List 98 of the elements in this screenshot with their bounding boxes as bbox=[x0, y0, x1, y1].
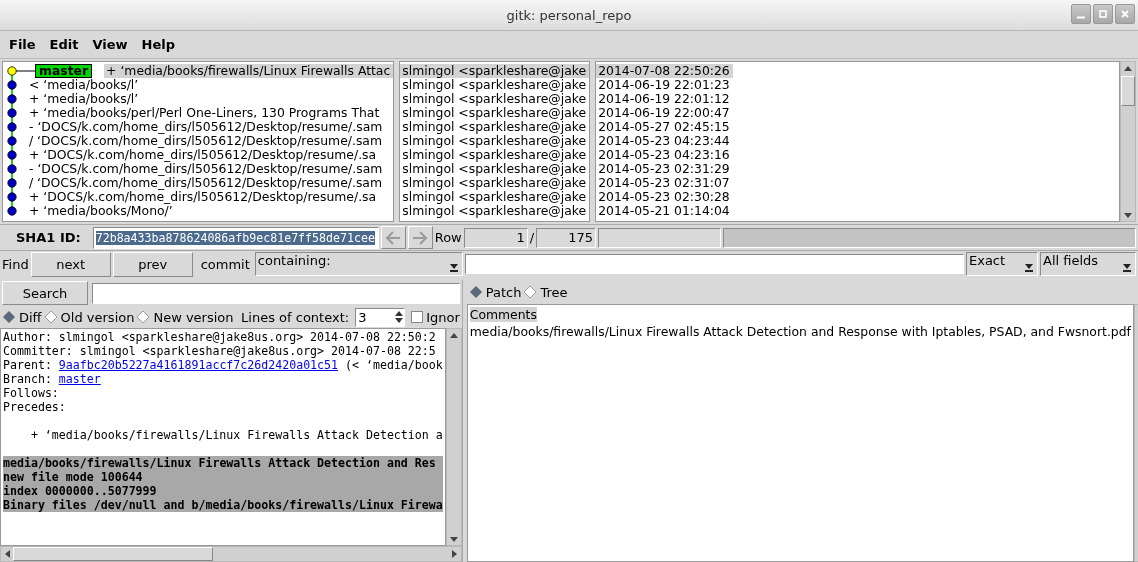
radio-indicator[interactable] bbox=[136, 310, 151, 324]
close-icon bbox=[1120, 9, 1130, 19]
commit-date[interactable]: 2014-05-23 02:31:29 bbox=[596, 162, 733, 176]
commit-author[interactable]: slmingol <sparkleshare@jake bbox=[400, 204, 590, 218]
commit-message: + ‘media/books/firewalls/Linux Firewalls Attack Detection a bbox=[29, 428, 443, 442]
diff-mode-radio[interactable]: Diff bbox=[2, 309, 42, 325]
commit-date[interactable]: 2014-05-23 04:23:16 bbox=[596, 148, 733, 162]
commit-author[interactable]: slmingol <sparkleshare@jake bbox=[400, 134, 590, 148]
search-button[interactable]: Search bbox=[2, 281, 88, 305]
commit-author[interactable]: slmingol <sparkleshare@jake bbox=[400, 92, 590, 106]
commit-author[interactable]: slmingol <sparkleshare@jake bbox=[400, 148, 590, 162]
right-arrow-icon bbox=[411, 229, 430, 246]
sha1-field[interactable]: 72b8a433ba878624086afb9ec81e7ff58de71cee bbox=[92, 226, 379, 249]
fields-dropdown[interactable]: All fields bbox=[1040, 252, 1136, 276]
minimize-icon bbox=[1077, 16, 1085, 19]
scrollbar[interactable] bbox=[1120, 61, 1136, 222]
radio-indicator[interactable] bbox=[523, 285, 538, 299]
spin-arrows-icon[interactable] bbox=[394, 309, 405, 325]
next-button[interactable]: next bbox=[30, 251, 111, 277]
view-mode-radio[interactable]: Tree bbox=[523, 284, 568, 300]
caret-icon[interactable] bbox=[1023, 261, 1035, 273]
close-button[interactable] bbox=[1115, 4, 1135, 24]
file-list-item[interactable]: Comments bbox=[469, 307, 537, 322]
maximize-icon bbox=[1098, 9, 1108, 19]
ignore-checkbox[interactable]: Ignor bbox=[411, 309, 460, 325]
commit-subject[interactable]: - ‘DOCS/k.com/home_dirs/l505612/Desktop/resume/.sam bbox=[27, 120, 386, 134]
commit-subject[interactable]: / ‘DOCS/k.com/home_dirs/l505612/Desktop/resume/.sam bbox=[27, 176, 385, 190]
context-spinner[interactable]: 3 bbox=[355, 307, 406, 327]
commit-date[interactable]: 2014-06-19 22:01:23 bbox=[596, 78, 733, 92]
radio-indicator[interactable] bbox=[468, 285, 483, 299]
menu-item[interactable]: Help bbox=[134, 37, 183, 52]
commit-author[interactable]: slmingol <sparkleshare@jake bbox=[400, 120, 590, 134]
window-title: gitk: personal_repo bbox=[506, 7, 632, 23]
menu-item[interactable]: View bbox=[85, 37, 135, 52]
row-separator: / bbox=[529, 230, 535, 245]
diff-mode-radio[interactable]: Old version bbox=[43, 309, 135, 325]
commit-author[interactable]: slmingol <sparkleshare@jake bbox=[400, 106, 590, 120]
commit-date[interactable]: 2014-07-08 22:50:26 bbox=[596, 64, 733, 78]
find-type-dropdown[interactable]: containing: bbox=[254, 252, 463, 276]
back-button[interactable] bbox=[380, 226, 406, 249]
scrollbar-thumb[interactable] bbox=[1121, 76, 1135, 106]
find-field[interactable] bbox=[464, 254, 964, 274]
commit-subject[interactable]: + ‘media/books/firewalls/Linux Firewalls Attac bbox=[104, 64, 394, 78]
find-label: Find bbox=[2, 256, 29, 272]
commit-author[interactable]: slmingol <sparkleshare@jake bbox=[400, 64, 590, 78]
commit-label: commit bbox=[199, 256, 251, 272]
commit-subject[interactable]: + ‘media/books/perl/Perl One-Liners, 130 Programs That bbox=[27, 106, 383, 120]
commit-subject[interactable]: + ‘media/books/l’ bbox=[27, 92, 142, 106]
commit-subject[interactable]: + ‘DOCS/k.com/home_dirs/l505612/Desktop/resume/.sa bbox=[27, 148, 380, 162]
commit-author[interactable]: slmingol <sparkleshare@jake bbox=[400, 78, 590, 92]
row-label: Row bbox=[434, 230, 462, 245]
commit-link[interactable]: master bbox=[58, 372, 101, 386]
commit-subject[interactable]: + ‘DOCS/k.com/home_dirs/l505612/Desktop/resume/.sa bbox=[27, 190, 380, 204]
commit-date[interactable]: 2014-05-21 01:14:04 bbox=[596, 204, 733, 218]
commit-date[interactable]: 2014-05-23 02:30:28 bbox=[596, 190, 733, 204]
prev-button[interactable]: prev bbox=[112, 251, 193, 277]
row-total-field: 175 bbox=[536, 227, 597, 248]
radio-indicator[interactable] bbox=[43, 310, 58, 324]
commit-date[interactable]: 2014-05-23 04:23:44 bbox=[596, 134, 733, 148]
menu-item[interactable]: Edit bbox=[42, 37, 86, 52]
diff-line: Committer: slmingol <sparkleshare@jake8us.org> 2014-07-08 22:5 bbox=[3, 344, 437, 358]
diff-mode-radio[interactable]: New version bbox=[136, 309, 234, 325]
row-number-field: 1 bbox=[463, 227, 528, 248]
commit-date[interactable]: 2014-06-19 22:00:47 bbox=[596, 106, 733, 120]
commit-date[interactable]: 2014-05-23 02:31:07 bbox=[596, 176, 733, 190]
commit-author[interactable]: slmingol <sparkleshare@jake bbox=[400, 162, 590, 176]
view-mode-radio[interactable]: Patch bbox=[468, 284, 522, 300]
diff-line: Precedes: bbox=[3, 400, 67, 414]
search-field[interactable] bbox=[92, 282, 460, 304]
minimize-button[interactable] bbox=[1071, 4, 1091, 24]
maximize-button[interactable] bbox=[1093, 4, 1113, 24]
commit-author[interactable]: slmingol <sparkleshare@jake bbox=[400, 190, 590, 204]
radio-indicator[interactable] bbox=[2, 310, 16, 324]
scrollbar[interactable] bbox=[0, 546, 462, 562]
diff-line: Parent: 9aafbc20b5227a4161891accf7c26d2420a01c51 (< ‘media/book bbox=[3, 358, 443, 372]
commit-link[interactable]: 9aafbc20b5227a4161891accf7c26d2420a01c51 bbox=[58, 358, 339, 372]
match-dropdown[interactable]: Exact bbox=[966, 252, 1038, 276]
forward-button[interactable] bbox=[407, 226, 433, 249]
menu-item[interactable]: File bbox=[2, 37, 43, 52]
context-label: Lines of context: bbox=[241, 309, 350, 325]
branch-tag: master bbox=[35, 64, 93, 78]
commit-subject[interactable]: - ‘DOCS/k.com/home_dirs/l505612/Desktop/resume/.sam bbox=[27, 162, 386, 176]
commit-author[interactable]: slmingol <sparkleshare@jake bbox=[400, 176, 590, 190]
commit-date[interactable]: 2014-06-19 22:01:12 bbox=[596, 92, 733, 106]
sha1-label: SHA1 ID: bbox=[15, 230, 82, 245]
left-arrow-icon bbox=[384, 229, 403, 246]
diff-line: Follows: bbox=[3, 386, 60, 400]
commit-subject[interactable]: + ‘media/books/Mono/’ bbox=[27, 204, 176, 218]
file-list-item[interactable]: media/books/firewalls/Linux Firewalls Attack Detection and Response with Iptables, PSAD, and Fwsnort.pdf bbox=[469, 324, 1131, 339]
checkbox-indicator[interactable] bbox=[411, 311, 424, 323]
commit-date[interactable]: 2014-05-27 02:45:15 bbox=[596, 120, 733, 134]
diff-line: Author: slmingol <sparkleshare@jake8us.org> 2014-07-08 22:50:2 bbox=[3, 330, 437, 344]
diff-line: Branch: master bbox=[3, 372, 102, 386]
caret-icon[interactable] bbox=[1121, 261, 1133, 273]
commit-subject[interactable]: < ‘media/books/l’ bbox=[27, 78, 142, 92]
commit-subject[interactable]: / ‘DOCS/k.com/home_dirs/l505612/Desktop/resume/.sam bbox=[27, 134, 385, 148]
caret-icon[interactable] bbox=[447, 261, 460, 273]
scrollbar-thumb[interactable] bbox=[13, 547, 213, 561]
